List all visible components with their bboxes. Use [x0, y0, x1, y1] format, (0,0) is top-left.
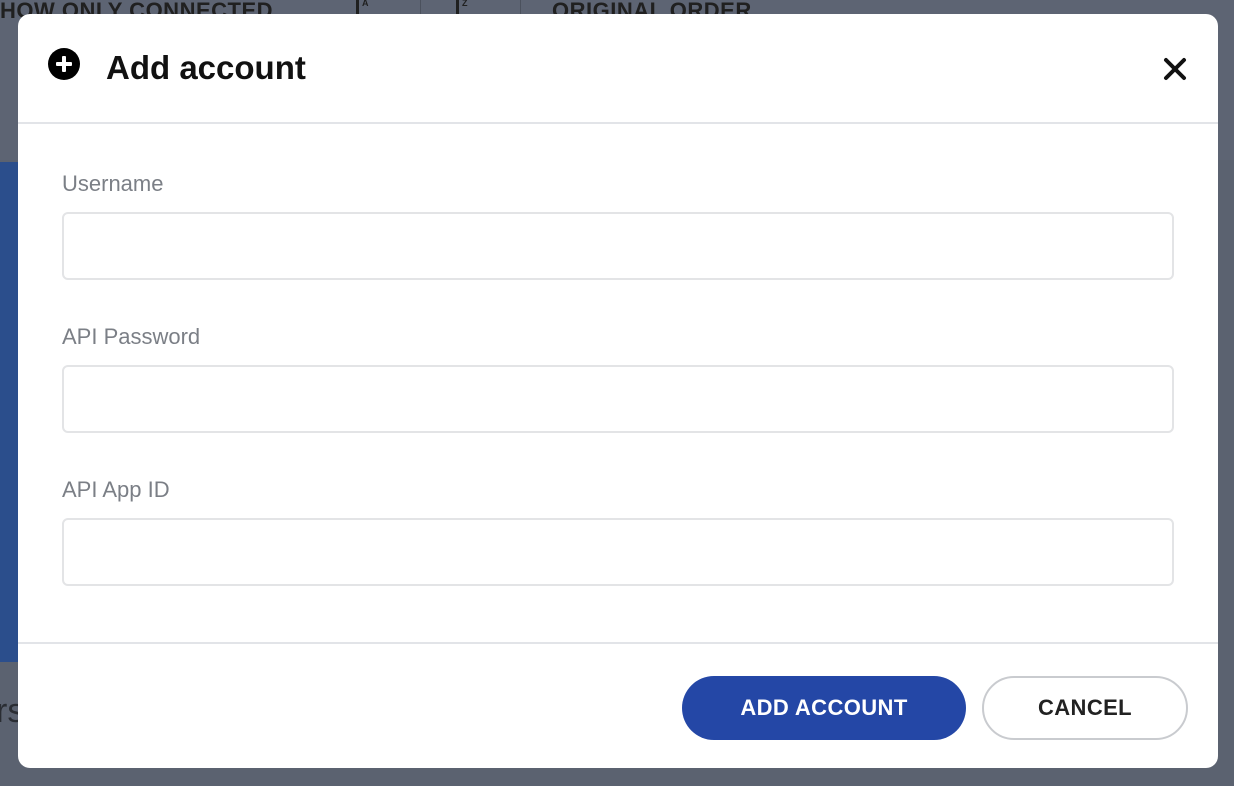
add-account-dialog: Add account Username API Password API Ap… [18, 14, 1218, 768]
add-account-button[interactable]: ADD ACCOUNT [682, 676, 966, 740]
dialog-body: Username API Password API App ID [18, 124, 1218, 642]
close-button[interactable] [1160, 54, 1190, 84]
close-icon [1160, 58, 1190, 88]
background-panel [0, 162, 20, 662]
cancel-button[interactable]: CANCEL [982, 676, 1188, 740]
api-password-field-group: API Password [62, 323, 1174, 433]
api-app-id-label: API App ID [62, 477, 170, 502]
add-circle-icon [48, 48, 80, 80]
sort-az-icon: A [356, 0, 369, 14]
username-input[interactable] [62, 212, 1174, 280]
username-label: Username [62, 171, 164, 196]
dialog-footer: ADD ACCOUNT CANCEL [18, 642, 1218, 768]
api-app-id-field-group: API App ID [62, 476, 1174, 586]
sort-za-icon: Z [456, 0, 469, 14]
api-app-id-input[interactable] [62, 518, 1174, 586]
dialog-header: Add account [18, 14, 1218, 124]
username-field-group: Username [62, 170, 1174, 280]
api-password-input[interactable] [62, 365, 1174, 433]
api-password-label: API Password [62, 324, 201, 349]
dialog-title: Add account [106, 49, 306, 86]
